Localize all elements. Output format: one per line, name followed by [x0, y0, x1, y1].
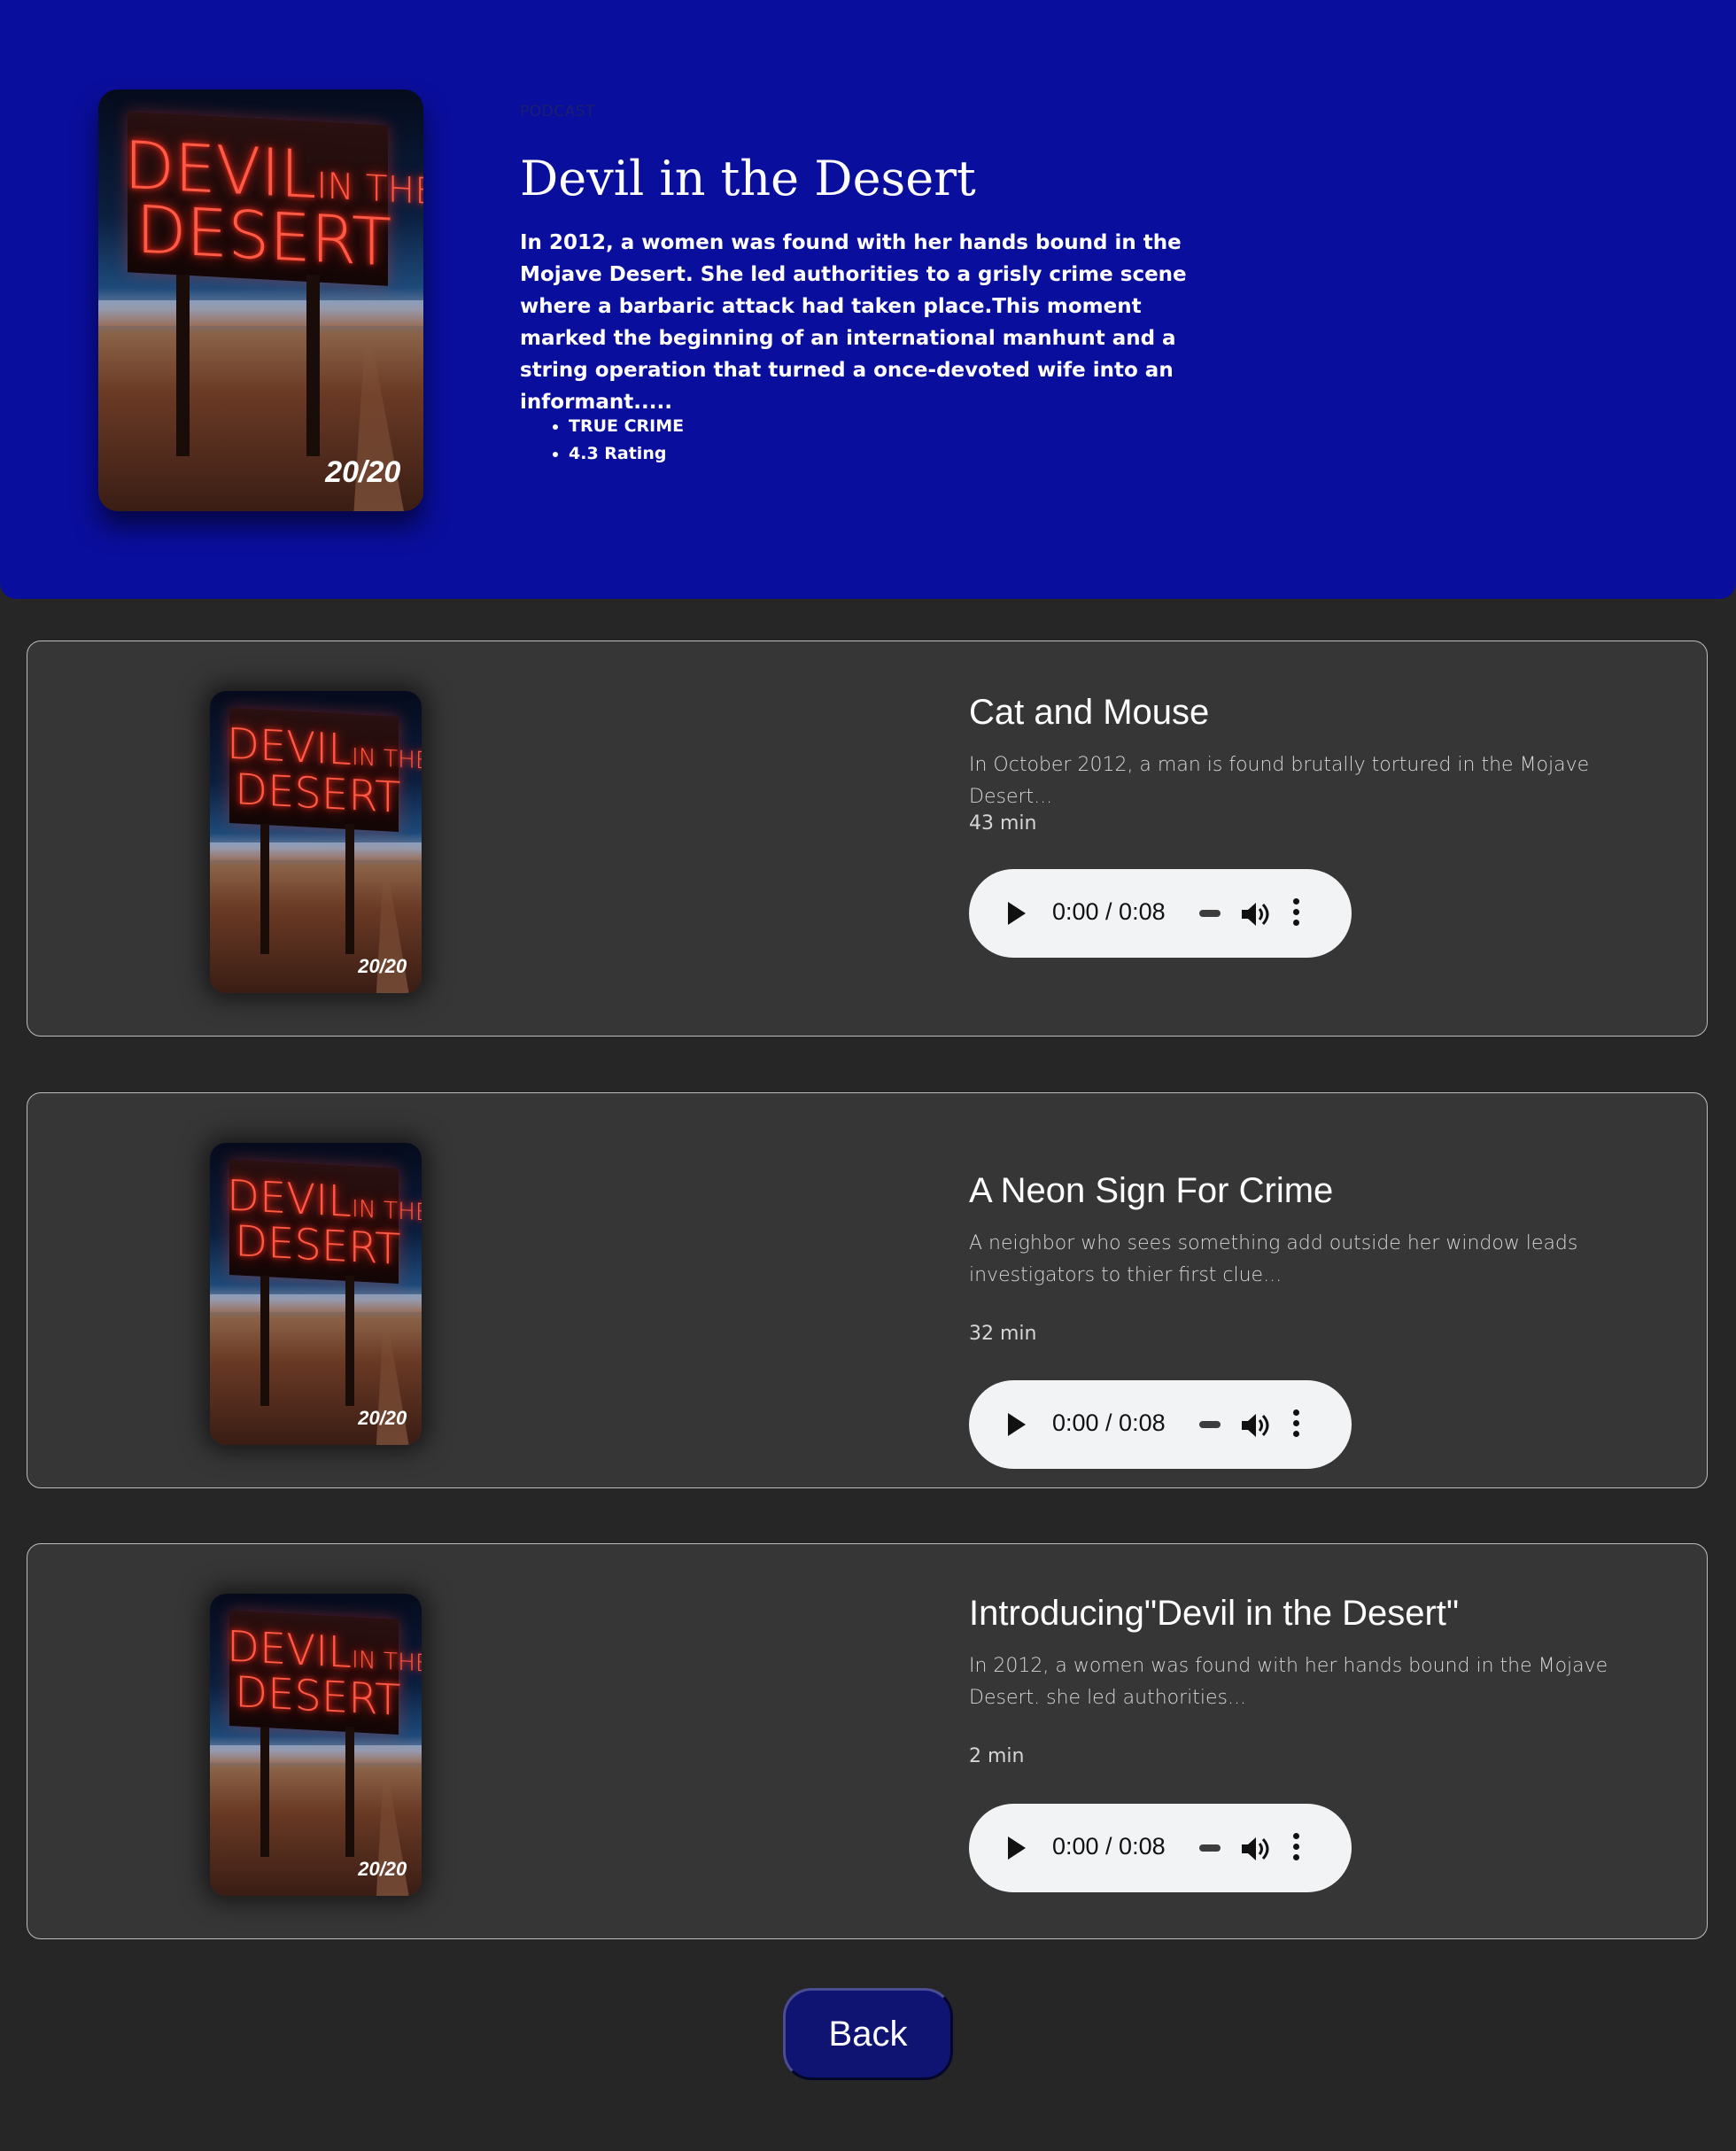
cover-neon-line2: DESERT	[235, 1667, 401, 1726]
tag-genre: TRUE CRIME	[569, 413, 684, 440]
player-time: 0:00 / 0:08	[1052, 1833, 1166, 1860]
more-options-icon[interactable]	[1293, 898, 1300, 928]
audio-player[interactable]: 0:00 / 0:08	[969, 869, 1352, 958]
cover-post	[176, 275, 190, 457]
cover-post	[345, 1727, 354, 1857]
cover-post	[345, 824, 354, 954]
back-button[interactable]: Back	[783, 1988, 953, 2080]
episode-title: Cat and Mouse	[969, 693, 1210, 732]
episode-description: A neighbor who sees something add outsid…	[969, 1232, 1578, 1286]
tag-rating: 4.3 Rating	[569, 440, 684, 468]
episode-title: A Neon Sign For Crime	[969, 1171, 1334, 1210]
cover-neon-line2: DESERT	[235, 1216, 401, 1275]
cover-horizon	[98, 300, 423, 326]
episode-duration: 43 min	[969, 812, 1037, 835]
cover-post	[260, 1727, 269, 1857]
play-icon[interactable]	[1008, 902, 1026, 925]
cover-brand: 20/20	[325, 455, 401, 490]
episode-description: In 2012, a women was found with her hand…	[969, 1655, 1608, 1709]
podcast-description: In 2012, a women was found with her hand…	[520, 231, 1187, 414]
progress-bar[interactable]	[1199, 1421, 1221, 1428]
episode-duration: 32 min	[969, 1323, 1037, 1345]
podcast-kicker: PODCAST	[520, 103, 595, 120]
volume-icon[interactable]	[1240, 1411, 1270, 1440]
cover-brand: 20/20	[358, 1857, 407, 1880]
episode-duration: 2 min	[969, 1745, 1025, 1767]
episode-cover-image: DEVILIN THE DESERT 20/20	[210, 1143, 422, 1445]
volume-icon[interactable]	[1240, 1835, 1270, 1863]
more-options-icon[interactable]	[1293, 1833, 1300, 1863]
audio-player[interactable]: 0:00 / 0:08	[969, 1380, 1352, 1469]
cover-horizon	[210, 1293, 422, 1312]
podcast-title: Devil in the Desert	[520, 151, 976, 206]
audio-player[interactable]: 0:00 / 0:08	[969, 1804, 1352, 1892]
cover-brand: 20/20	[358, 954, 407, 977]
episode-cover-image: DEVILIN THE DESERT 20/20	[210, 1594, 422, 1896]
play-icon[interactable]	[1008, 1837, 1026, 1860]
episode-card: DEVILIN THE DESERT 20/20 Introducing"Dev…	[27, 1543, 1708, 1939]
player-time: 0:00 / 0:08	[1052, 898, 1166, 925]
progress-bar[interactable]	[1199, 1844, 1221, 1852]
cover-post	[306, 275, 320, 457]
cover-horizon	[210, 842, 422, 860]
play-icon[interactable]	[1008, 1413, 1026, 1436]
cover-neon-line2: DESERT	[235, 765, 401, 823]
podcast-cover-image: DEVILIN THE DESERT 20/20	[98, 89, 423, 511]
episode-description: In October 2012, a man is found brutally…	[969, 754, 1590, 808]
episode-cover-image: DEVILIN THE DESERT 20/20	[210, 691, 422, 993]
volume-icon[interactable]	[1240, 900, 1270, 928]
cover-horizon	[210, 1744, 422, 1763]
cover-post	[345, 1276, 354, 1406]
podcast-tags: TRUE CRIME 4.3 Rating	[549, 413, 684, 468]
cover-brand: 20/20	[358, 1406, 407, 1429]
cover-post	[260, 824, 269, 954]
cover-post	[260, 1276, 269, 1406]
cover-neon-line2: DESERT	[136, 190, 392, 282]
episode-title: Introducing"Devil in the Desert"	[969, 1594, 1460, 1633]
episode-card: DEVILIN THE DESERT 20/20 A Neon Sign For…	[27, 1092, 1708, 1488]
progress-bar[interactable]	[1199, 910, 1221, 917]
more-options-icon[interactable]	[1293, 1409, 1300, 1440]
episode-card: DEVILIN THE DESERT 20/20 Cat and Mouse I…	[27, 641, 1708, 1037]
podcast-header: DEVILIN THE DESERT 20/20 PODCAST Devil i…	[0, 0, 1736, 599]
player-time: 0:00 / 0:08	[1052, 1409, 1166, 1436]
